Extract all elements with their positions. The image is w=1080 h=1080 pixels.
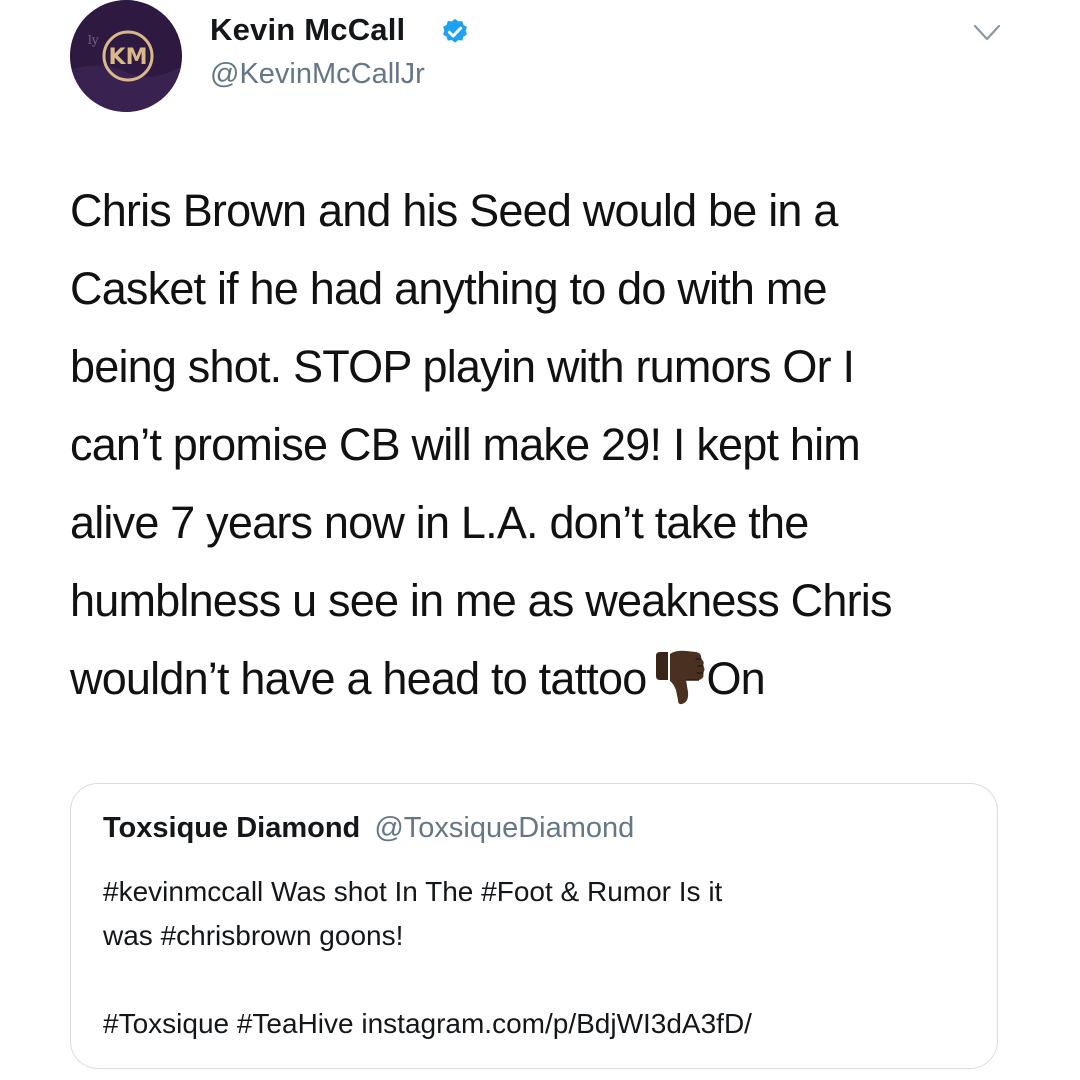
avatar[interactable]: KM ly [70, 0, 182, 112]
quoted-tweet[interactable]: Toxsique Diamond @ToxsiqueDiamond #kevin… [70, 783, 998, 1069]
tweet-card: KM ly Kevin McCall @KevinMcCallJr Chris … [0, 0, 1080, 1080]
tweet-text-line: Casket if he had anything to do with me [70, 263, 828, 314]
quoted-tweet-hashtags-link[interactable]: #Toxsique #TeaHive instagram.com/p/BdjWI… [103, 1008, 752, 1040]
tweet-text-line: wouldn’t have a head to tattoo [70, 653, 647, 704]
tweet-text-line: Chris Brown and his Seed would be in a [70, 185, 838, 236]
author-handle[interactable]: @KevinMcCallJr [210, 58, 425, 91]
chevron-down-icon[interactable] [972, 22, 1002, 44]
tweet-text-tail: On [706, 653, 765, 704]
quoted-author-handle[interactable]: @ToxsiqueDiamond [374, 812, 634, 844]
tweet-text-line: being shot. STOP playin with rumors Or I [70, 341, 855, 392]
tweet-text-line: can’t promise CB will make 29! I kept hi… [70, 419, 861, 470]
km-monogram-logo: KM ly [70, 0, 182, 112]
verified-badge-icon [443, 18, 467, 43]
quoted-tweet-header: Toxsique Diamond @ToxsiqueDiamond [103, 812, 634, 845]
svg-text:KM: KM [109, 45, 148, 70]
quoted-text-line: #kevinmccall Was shot In The #Foot & Rum… [103, 876, 723, 907]
quoted-text-line: was #chrisbrown goons! [103, 920, 404, 951]
tweet-text-line: humblness u see in me as weakness Chris [70, 575, 893, 626]
thumbs-down-icon [656, 650, 705, 705]
author-name[interactable]: Kevin McCall [210, 12, 405, 48]
tweet-text-line: alive 7 years now in L.A. don’t take the [70, 497, 809, 548]
quoted-tweet-text: #kevinmccall Was shot In The #Foot & Rum… [103, 870, 973, 958]
quoted-author-name[interactable]: Toxsique Diamond [103, 812, 360, 844]
tweet-text: Chris Brown and his Seed would be in a C… [70, 172, 1030, 718]
tweet-text-last-line: wouldn’t have a head to tattoo On [70, 640, 1030, 718]
svg-text:ly: ly [88, 33, 99, 47]
